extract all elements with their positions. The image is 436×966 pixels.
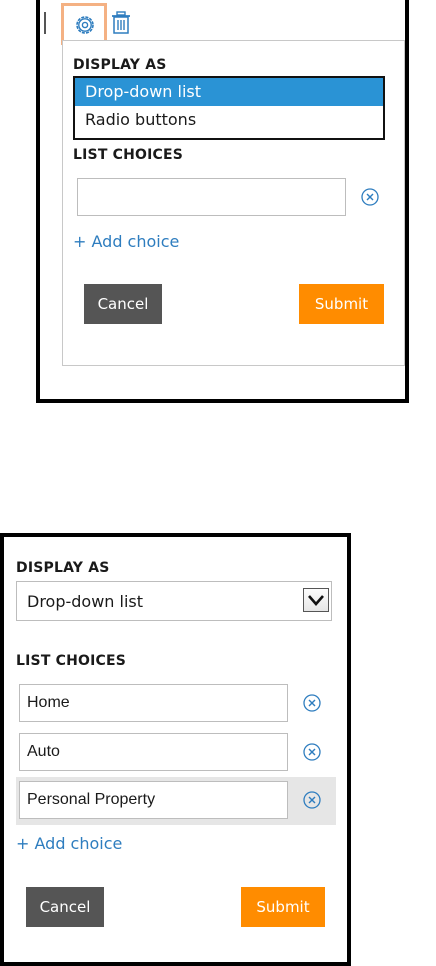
settings-card: DISPLAY AS Drop-down list Radio buttons … — [62, 40, 405, 366]
choice-settings-panel-bottom: DISPLAY AS Drop-down list LIST CHOICES +… — [0, 533, 351, 966]
display-as-listbox[interactable]: Drop-down list Radio buttons — [73, 76, 385, 140]
remove-choice-icon[interactable] — [302, 742, 322, 762]
submit-button[interactable]: Submit — [241, 887, 325, 927]
remove-choice-icon[interactable] — [360, 187, 380, 207]
list-choices-label: LIST CHOICES — [16, 653, 127, 669]
remove-choice-icon[interactable] — [302, 693, 322, 713]
cancel-button[interactable]: Cancel — [84, 284, 162, 324]
display-as-option-radio[interactable]: Radio buttons — [75, 106, 383, 134]
chevron-down-icon[interactable] — [303, 588, 329, 612]
choice-input-3[interactable] — [19, 781, 288, 819]
display-as-label: DISPLAY AS — [73, 57, 167, 73]
gear-icon — [76, 16, 94, 34]
display-as-option-dropdown[interactable]: Drop-down list — [75, 78, 383, 106]
add-choice-link[interactable]: + Add choice — [16, 834, 122, 853]
remove-choice-icon[interactable] — [302, 790, 322, 810]
list-choices-label: LIST CHOICES — [73, 147, 184, 163]
display-as-select[interactable]: Drop-down list — [16, 581, 332, 621]
cancel-button[interactable]: Cancel — [26, 887, 104, 927]
choice-input-1[interactable] — [19, 684, 288, 722]
display-as-selected-value: Drop-down list — [27, 592, 144, 611]
add-choice-link[interactable]: + Add choice — [73, 232, 179, 251]
display-as-label: DISPLAY AS — [16, 560, 110, 576]
settings-button[interactable] — [61, 3, 107, 45]
trash-icon[interactable] — [111, 11, 131, 35]
choice-input-2[interactable] — [19, 733, 288, 771]
choice-input[interactable] — [77, 178, 346, 216]
toolbar-divider — [44, 12, 46, 34]
choice-settings-panel-top: DISPLAY AS Drop-down list Radio buttons … — [36, 0, 409, 403]
submit-button[interactable]: Submit — [299, 284, 384, 324]
